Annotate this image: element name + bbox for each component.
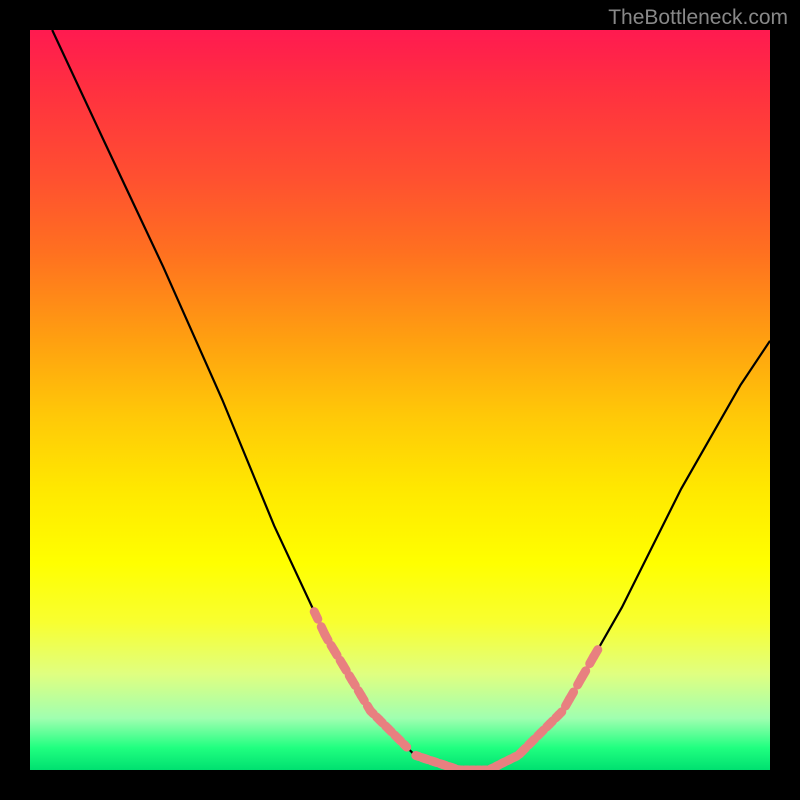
curve-path [52,30,770,770]
bottleneck-curve [30,30,770,770]
curve-highlight-dashes [314,612,598,770]
watermark-text: TheBottleneck.com [608,6,788,30]
